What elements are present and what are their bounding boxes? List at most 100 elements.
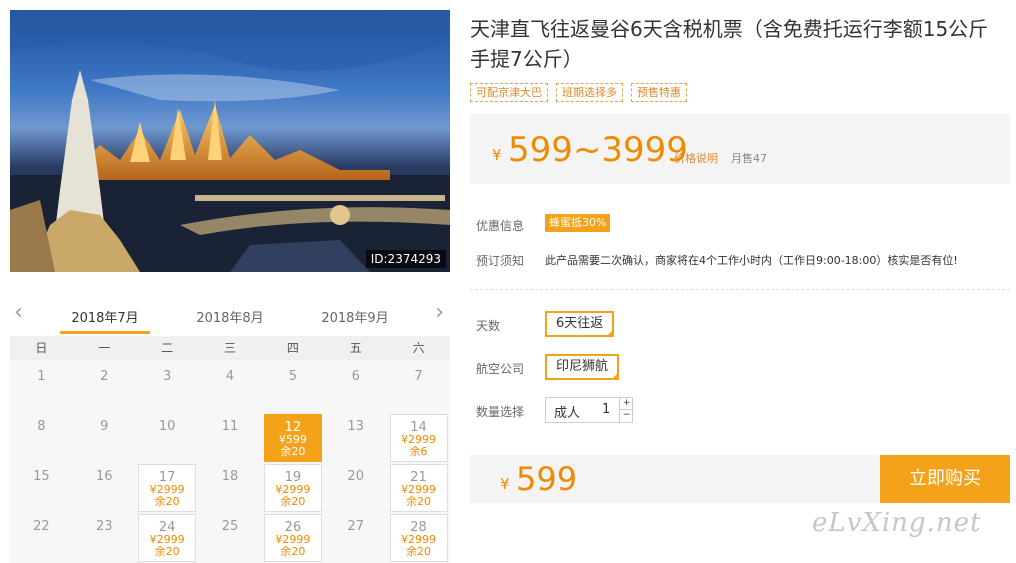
days-option-text: 6天往返 — [556, 316, 604, 331]
month-tab-august[interactable]: 2018年8月 — [185, 307, 275, 326]
day-number: 8 — [37, 419, 46, 434]
calendar-day[interactable]: 24 ¥2999 余20 — [138, 514, 197, 562]
day-number: 4 — [225, 369, 235, 384]
notice-label: 预订须知 — [476, 254, 525, 268]
day-number: 23 — [96, 519, 113, 534]
day-number: 13 — [347, 419, 364, 434]
day-number: 14 — [410, 420, 427, 435]
active-month-indicator — [60, 331, 150, 334]
watermark: eLvXing.net — [812, 508, 982, 538]
day-number: 3 — [163, 369, 172, 384]
day-number: 1 — [37, 369, 46, 384]
next-month-icon[interactable]: › — [435, 302, 444, 324]
calendar-day: 8 — [12, 414, 70, 462]
airline-option-text: 印尼狮航 — [556, 359, 609, 374]
calendar-day: 7 — [390, 364, 448, 412]
calendar-day[interactable]: 19 ¥2999 余20 — [263, 464, 322, 512]
weekday-header: 日 一 二 三 四 五 六 — [10, 336, 450, 360]
month-tab-september[interactable]: 2018年9月 — [310, 307, 400, 326]
calendar-day: 22 — [12, 514, 70, 562]
currency-symbol: ¥ — [500, 475, 510, 493]
calendar-day[interactable]: 21 ¥2999 余20 — [389, 464, 448, 512]
day-number: 18 — [221, 469, 239, 484]
day-number: 15 — [33, 469, 50, 484]
calendar-day: 15 — [12, 464, 70, 512]
day-seats-left: 余20 — [280, 445, 306, 458]
plus-icon[interactable]: + — [619, 398, 633, 410]
discount-badge: 蜂蜜抵30% — [545, 214, 611, 232]
day-number: 2 — [100, 369, 109, 384]
day-number: 26 — [284, 520, 302, 535]
passenger-type: 成人 — [554, 406, 581, 421]
calendar-day: 3 — [138, 364, 196, 412]
calendar-month-nav: ‹ 2018年7月 2018年8月 2018年9月 › — [10, 298, 450, 334]
tag-schedule: 班期选择多 — [556, 83, 623, 102]
day-seats-left: 余20 — [280, 545, 306, 558]
calendar-day[interactable]: 26 ¥2999 余20 — [263, 514, 322, 562]
selected-check-icon — [611, 372, 620, 380]
day-number: 6 — [351, 369, 360, 384]
airline-option-button[interactable]: 印尼狮航 — [545, 354, 620, 380]
photo-id-label: ID:2374293 — [365, 250, 446, 268]
calendar-day: 1 — [12, 364, 70, 412]
buy-now-button[interactable]: 立即购买 — [880, 455, 1010, 503]
day-number: 12 — [284, 420, 302, 435]
day-number: 7 — [414, 369, 423, 384]
day-number: 22 — [33, 519, 50, 534]
selected-check-icon — [606, 329, 615, 337]
calendar-day[interactable]: 28 ¥2999 余20 — [389, 514, 448, 562]
quantity-stepper: 成人 1 + − — [545, 397, 633, 423]
day-seats-left: 余20 — [406, 495, 432, 508]
currency-symbol: ¥ — [492, 146, 502, 164]
weekday-label: 六 — [412, 341, 425, 355]
day-number: 19 — [284, 470, 302, 485]
calendar-day: 27 — [327, 514, 385, 562]
day-number: 5 — [288, 369, 297, 384]
day-number: 21 — [410, 470, 427, 485]
day-seats-left: 余6 — [409, 445, 428, 458]
weekday-label: 五 — [349, 341, 362, 355]
section-divider — [470, 289, 1010, 290]
weekday-label: 二 — [161, 341, 174, 355]
day-seats-left: 余20 — [280, 495, 306, 508]
weekday-label: 一 — [98, 341, 111, 355]
calendar-day: 20 — [327, 464, 385, 512]
calendar-day[interactable]: 12 ¥599 余20 — [263, 414, 322, 462]
month-tab-july[interactable]: 2018年7月 — [60, 307, 150, 326]
day-number: 16 — [96, 469, 113, 484]
days-option-button[interactable]: 6天往返 — [545, 311, 615, 337]
calendar-day: 10 — [138, 414, 196, 462]
weekday-label: 日 — [35, 341, 48, 355]
calendar-day: 6 — [327, 364, 385, 412]
product-tags: 可配京津大巴 班期选择多 预售特惠 — [470, 83, 687, 102]
days-label: 天数 — [476, 319, 501, 333]
day-number: 17 — [158, 470, 176, 485]
weekday-label: 三 — [224, 341, 237, 355]
total-price-bar: ¥ 599 — [470, 455, 880, 503]
calendar-day: 13 — [327, 414, 385, 462]
day-number: 27 — [347, 519, 364, 534]
price-explain-link[interactable]: 价格说明 — [674, 150, 718, 166]
calendar-day: 5 — [264, 364, 322, 412]
day-seats-left: 余20 — [154, 545, 180, 558]
calendar-day: 2 — [75, 364, 133, 412]
prev-month-icon[interactable]: ‹ — [14, 302, 23, 324]
calendar-day: 18 — [201, 464, 259, 512]
day-number: 28 — [410, 520, 427, 535]
calendar-day: 16 — [75, 464, 133, 512]
quantity-value[interactable]: 1 — [602, 402, 610, 417]
tag-bus: 可配京津大巴 — [470, 83, 548, 102]
minus-icon[interactable]: − — [619, 410, 633, 422]
price-range: 599~3999 — [508, 130, 688, 170]
product-photo: ID:2374293 — [10, 10, 450, 272]
calendar-day[interactable]: 17 ¥2999 余20 — [138, 464, 197, 512]
quantity-label: 数量选择 — [476, 405, 525, 419]
day-number: 9 — [100, 419, 109, 434]
airline-label: 航空公司 — [476, 362, 525, 376]
day-number: 10 — [158, 419, 176, 434]
temple-night-image — [10, 10, 450, 272]
calendar-day[interactable]: 14 ¥2999 余6 — [389, 414, 448, 462]
product-title: 天津直飞往返曼谷6天含税机票（含免费托运行李额15公斤手提7公斤） — [470, 17, 989, 71]
day-number: 25 — [221, 519, 239, 534]
monthly-sales: 月售47 — [731, 152, 767, 165]
